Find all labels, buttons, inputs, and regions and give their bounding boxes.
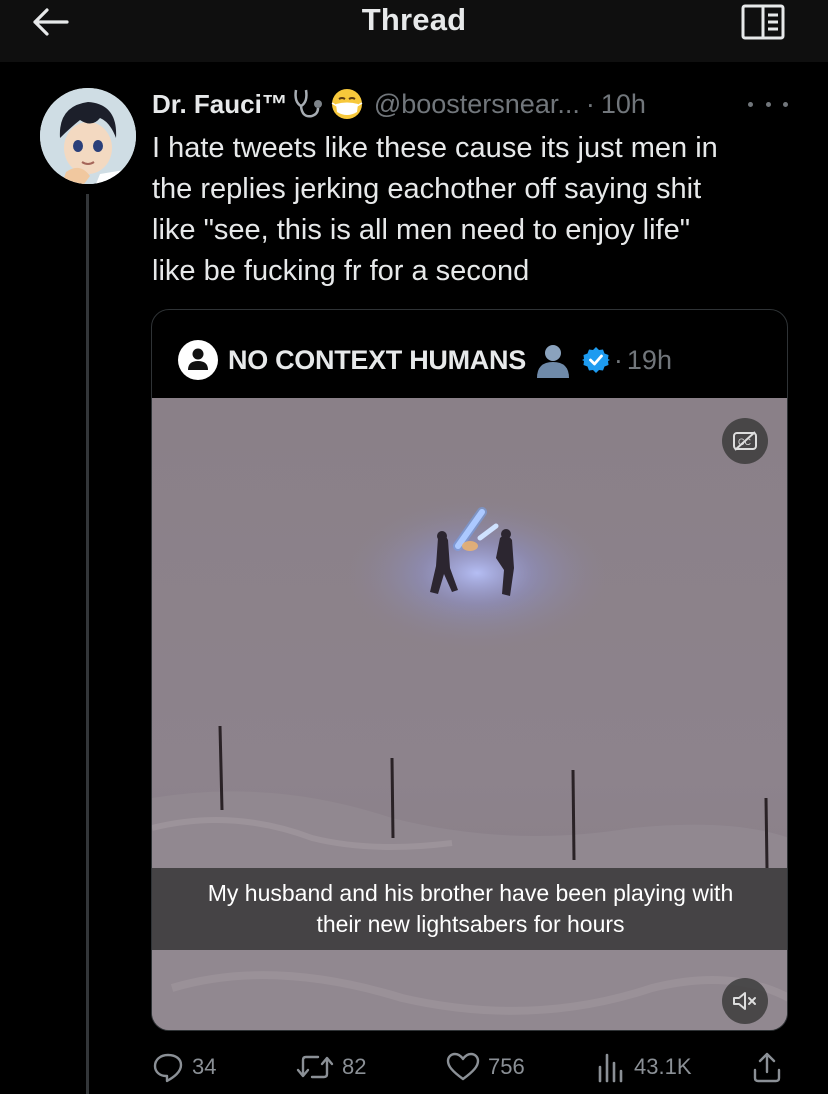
avatar[interactable] xyxy=(40,88,136,184)
thread-connector-line xyxy=(86,194,89,1094)
tweet-header: Dr. Fauci™ @boostersnear... · 10h xyxy=(152,84,646,124)
like-button[interactable]: 756 xyxy=(446,1046,525,1088)
quoted-timestamp[interactable]: 19h xyxy=(627,345,672,376)
mute-toggle-button[interactable] xyxy=(722,978,768,1024)
video-caption: My husband and his brother have been pla… xyxy=(152,868,787,950)
quoted-avatar[interactable] xyxy=(178,340,218,380)
stethoscope-icon xyxy=(292,88,326,120)
views-button[interactable]: 43.1K xyxy=(596,1046,692,1088)
user-silhouette-icon xyxy=(180,342,216,378)
more-dots-icon xyxy=(748,101,753,107)
quoted-tweet-card[interactable]: NO CONTEXT HUMANS · 19h My husband and h… xyxy=(151,309,788,1031)
reply-button[interactable]: 34 xyxy=(152,1046,216,1088)
reader-mode-icon xyxy=(741,4,785,40)
face-with-medical-mask-icon xyxy=(330,87,364,121)
separator-dot: · xyxy=(585,88,595,119)
quoted-separator-dot: · xyxy=(613,344,623,375)
captions-toggle-button[interactable]: CC xyxy=(722,418,768,464)
heart-icon xyxy=(446,1052,480,1081)
video-player[interactable]: CC My husband and his brother have been … xyxy=(152,398,787,1030)
user-handle[interactable]: @boostersnear... xyxy=(374,89,580,120)
quoted-display-name[interactable]: NO CONTEXT HUMANS xyxy=(228,345,526,376)
view-count: 43.1K xyxy=(634,1054,692,1079)
tweet-text: I hate tweets like these cause its just … xyxy=(152,132,718,287)
verified-badge-icon xyxy=(581,346,610,374)
analytics-bars-icon xyxy=(598,1053,623,1083)
like-count: 756 xyxy=(488,1054,525,1079)
volume-muted-icon xyxy=(733,992,756,1010)
tweet-timestamp[interactable]: 10h xyxy=(601,89,646,120)
bust-in-silhouette-icon xyxy=(534,342,572,378)
reply-count: 34 xyxy=(192,1054,217,1079)
more-options-button[interactable] xyxy=(748,94,788,114)
anime-avatar-image xyxy=(40,88,136,184)
page-title: Thread xyxy=(361,2,467,37)
reader-mode-button[interactable] xyxy=(738,2,788,42)
share-button[interactable] xyxy=(752,1046,782,1088)
retweet-icon xyxy=(296,1055,334,1079)
quoted-tweet-header: NO CONTEXT HUMANS · 19h xyxy=(178,340,672,380)
tweet-actions-bar: 34 82 756 43.1K xyxy=(152,1046,792,1088)
captions-off-icon: CC xyxy=(733,431,757,451)
top-bar: Thread xyxy=(0,0,828,62)
retweet-button[interactable]: 82 xyxy=(296,1046,366,1088)
share-icon xyxy=(753,1052,781,1083)
retweet-count: 82 xyxy=(342,1054,367,1079)
display-name[interactable]: Dr. Fauci™ xyxy=(152,89,288,120)
reply-icon xyxy=(153,1053,183,1083)
